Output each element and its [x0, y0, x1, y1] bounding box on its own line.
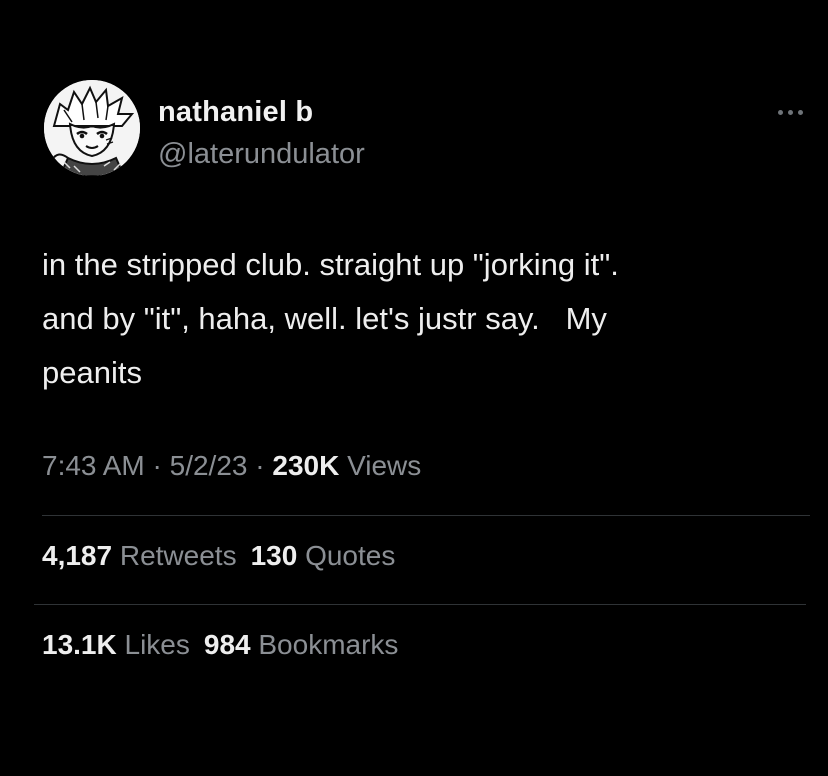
bookmarks-label: Bookmarks: [258, 629, 399, 660]
bookmarks-count: 984: [203, 629, 251, 660]
views-label: Views: [347, 450, 422, 481]
tweet-meta: 7:43 AM · 5/2/23 · 230K Views: [42, 450, 421, 482]
meta-separator: ·: [144, 450, 170, 481]
tweet-time[interactable]: 7:43 AM: [42, 450, 145, 481]
divider: [42, 515, 810, 516]
stats-row-retweets-quotes: 4,187 Retweets 130 Quotes: [42, 540, 409, 572]
tweet-date[interactable]: 5/2/23: [170, 450, 248, 481]
divider: [34, 604, 806, 605]
stats-row-likes-bookmarks: 13.1K Likes 984 Bookmarks: [42, 629, 412, 661]
likes-label: Likes: [124, 629, 190, 660]
more-dots-icon[interactable]: [778, 102, 810, 122]
tweet-text: in the stripped club. straight up "jorki…: [42, 247, 619, 390]
quotes-count: 130: [250, 540, 298, 571]
bookmarks-stat[interactable]: 984 Bookmarks: [204, 629, 399, 660]
quotes-label: Quotes: [305, 540, 396, 571]
retweets-count: 4,187: [42, 540, 113, 571]
likes-stat[interactable]: 13.1K Likes: [42, 629, 190, 660]
author-display-name[interactable]: nathaniel b: [158, 96, 313, 129]
retweets-label: Retweets: [119, 540, 237, 571]
retweets-stat[interactable]: 4,187 Retweets: [42, 540, 237, 571]
meta-separator: ·: [247, 450, 273, 481]
anime-avatar-icon: [44, 80, 140, 176]
avatar[interactable]: [44, 80, 140, 176]
likes-count: 13.1K: [42, 629, 117, 660]
quotes-stat[interactable]: 130 Quotes: [251, 540, 396, 571]
views-count: 230K: [272, 450, 340, 481]
author-handle[interactable]: @laterundulator: [158, 138, 365, 171]
